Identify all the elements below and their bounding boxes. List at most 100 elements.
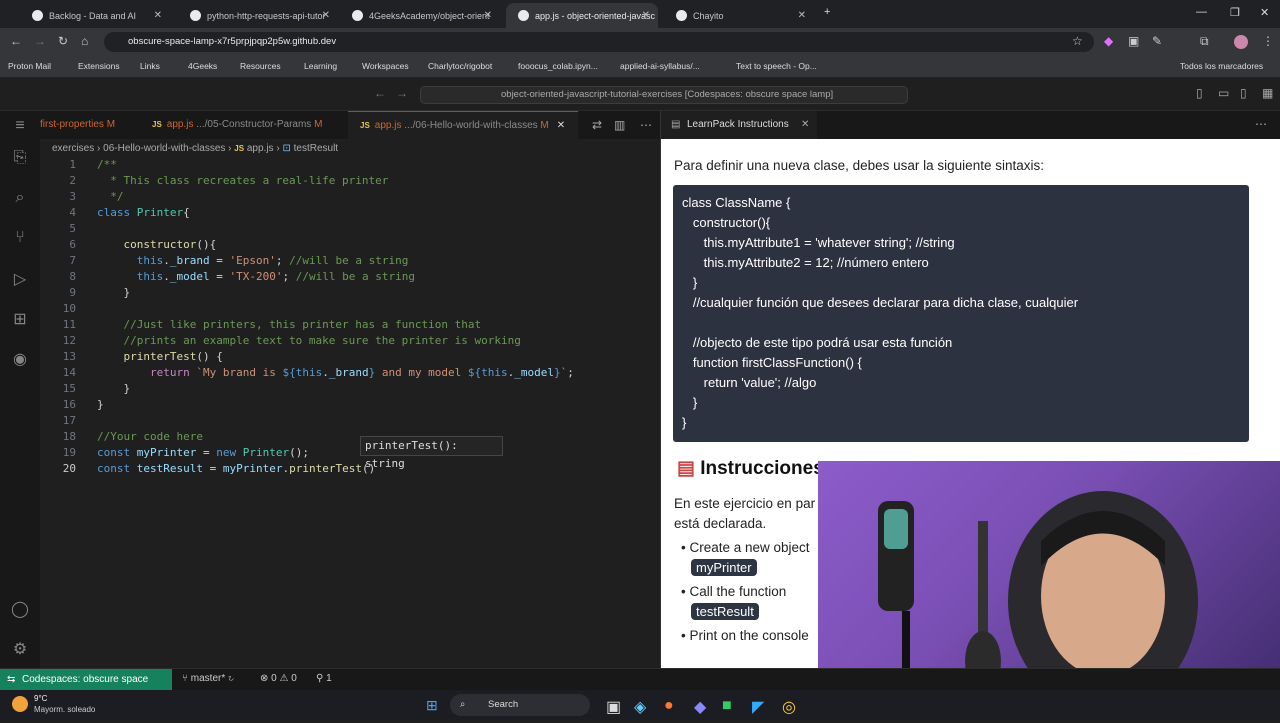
search-icon[interactable]: ⌕ (10, 189, 30, 209)
back-icon[interactable]: ← (374, 86, 386, 100)
explorer-icon[interactable]: ⎘ (10, 149, 30, 169)
account-icon[interactable]: ◯ (10, 599, 30, 619)
more-icon[interactable]: ⋯ (640, 118, 652, 132)
app-icon[interactable]: ■ (722, 697, 732, 715)
extension-icon[interactable]: ✎ (1152, 34, 1162, 48)
js-file-icon: JS (234, 144, 245, 153)
editor-tab-bar: first-properties M JS app.js .../05-Const… (40, 111, 660, 139)
bookmark[interactable]: fooocus_colab.ipyn... (518, 61, 598, 71)
source-control-icon[interactable]: ⑂ (10, 229, 30, 249)
layout-icon[interactable]: ▯ (1196, 86, 1203, 100)
extensions-icon[interactable]: ⧉ (1200, 34, 1209, 49)
more-icon[interactable]: ⋯ (1255, 117, 1267, 131)
extension-icon[interactable]: ◆ (1104, 34, 1113, 48)
breadcrumb: exercises › 06-Hello-world-with-classes … (52, 143, 339, 154)
back-icon[interactable]: ← (10, 34, 22, 48)
editor-tab[interactable]: JS app.js .../05-Constructor-Params M (140, 111, 348, 139)
js-file-icon: JS (152, 120, 162, 129)
browser-tab[interactable]: 4GeeksAcademy/object-orient ✕ (340, 3, 500, 28)
extension-icon[interactable]: ▣ (1128, 34, 1139, 48)
browser-tab-strip: Backlog - Data and AI ✕ python-http-reque… (0, 0, 1280, 28)
close-icon[interactable]: ✕ (322, 10, 330, 21)
close-icon[interactable]: ✕ (801, 111, 809, 139)
bookmark[interactable]: Proton Mail (8, 61, 51, 71)
firefox-icon[interactable]: ● (664, 697, 674, 715)
menu-icon[interactable]: ≡ (10, 117, 30, 137)
bookmark[interactable]: Resources (240, 61, 281, 71)
github-icon[interactable]: ◉ (10, 349, 30, 369)
layout-icon[interactable]: ▯ (1240, 86, 1247, 100)
home-icon[interactable]: ⌂ (81, 34, 88, 48)
editor-tab[interactable]: first-properties M (40, 111, 140, 139)
maximize-icon[interactable]: ❐ (1230, 6, 1240, 19)
close-icon[interactable]: ✕ (557, 120, 565, 131)
ports-indicator[interactable]: ⚲ 1 (316, 673, 332, 684)
weather-temp: 9°C (34, 694, 48, 703)
bookmark[interactable]: Charlytoc/rigobot (428, 61, 492, 71)
bookmark[interactable]: Learning (304, 61, 337, 71)
remote-indicator[interactable]: ⇆Codespaces: obscure space lamp (0, 669, 172, 706)
breadcrumb-item[interactable]: 06-Hello-world-with-classes (103, 143, 225, 154)
bookmark[interactable]: Todos los marcadores (1180, 61, 1263, 71)
browser-tab[interactable]: python-http-requests-api-tutor ✕ (178, 3, 338, 28)
copilot-icon[interactable]: ◈ (634, 697, 646, 717)
close-window-icon[interactable]: ✕ (1260, 6, 1269, 19)
chat-icon (676, 10, 687, 21)
browser-tab[interactable]: Chayito ✕ (664, 3, 814, 28)
close-icon[interactable]: ✕ (642, 10, 650, 21)
new-tab-icon[interactable]: + (824, 6, 830, 18)
breadcrumb-item[interactable]: exercises (52, 143, 94, 154)
editor-tab-active[interactable]: JS app.js .../06-Hello-world-with-classes… (348, 111, 578, 139)
bookmark[interactable]: Links (140, 61, 160, 71)
star-icon[interactable]: ☆ (1072, 34, 1083, 48)
vscode-icon[interactable]: ◤ (752, 697, 764, 717)
problems-indicator[interactable]: ⊗ 0 ⚠ 0 (260, 673, 297, 684)
compare-icon[interactable]: ⇄ (592, 118, 602, 132)
bookmark[interactable]: 4Geeks (188, 61, 217, 71)
list-item: • Call the function (681, 584, 787, 599)
instructions-heading: ▤ Instrucciones (677, 458, 824, 479)
bookmark[interactable]: Text to speech - Op... (736, 61, 817, 71)
bookmark[interactable]: Extensions (78, 61, 120, 71)
breadcrumb-item[interactable]: app.js (247, 143, 274, 154)
branch-indicator[interactable]: ⑂ master* ↻ (182, 673, 234, 684)
address-bar[interactable]: obscure-space-lamp-x7r5prpjpqp2p5w.githu… (104, 32, 1094, 52)
js-file-icon: JS (360, 121, 370, 130)
close-icon[interactable]: ✕ (798, 10, 806, 21)
weather-desc: Mayorm. soleado (34, 705, 96, 714)
memo-icon: ▤ (677, 458, 695, 479)
breadcrumb-item[interactable]: testResult (294, 143, 338, 154)
minimize-icon[interactable]: — (1196, 6, 1207, 18)
avatar[interactable] (1234, 35, 1248, 49)
reload-icon[interactable]: ↻ (58, 34, 68, 48)
github-icon (32, 10, 43, 21)
command-center[interactable]: object-oriented-javascript-tutorial-exer… (420, 86, 908, 104)
menu-icon[interactable]: ⋮ (1262, 34, 1274, 48)
weather-icon (12, 696, 28, 712)
windows-start-icon[interactable]: ⊞ (426, 697, 438, 714)
task-view-icon[interactable]: ▣ (606, 697, 621, 717)
code-editor[interactable]: 1/** 2 * This class recreates a real-lif… (40, 157, 660, 723)
forward-icon[interactable]: → (396, 86, 408, 100)
chrome-icon[interactable]: ◎ (782, 697, 796, 717)
bookmark[interactable]: applied-ai-syllabus/... (620, 61, 700, 71)
layout-icon[interactable]: ▭ (1218, 86, 1229, 100)
code-example: class ClassName { constructor(){ this.my… (673, 185, 1249, 442)
tab-learnpack[interactable]: ▤ LearnPack Instructions ✕ (661, 111, 817, 139)
os-taskbar: 9°C Mayorm. soleado ⊞ ⌕ Search ▣ ◈ ● ◆ ■ … (0, 690, 1280, 720)
teams-icon[interactable]: ◆ (694, 697, 706, 717)
taskbar-search[interactable]: ⌕ Search (450, 694, 590, 716)
customize-layout-icon[interactable]: ▦ (1262, 86, 1273, 100)
browser-tab[interactable]: Backlog - Data and AI ✕ (20, 3, 170, 28)
close-icon[interactable]: ✕ (154, 10, 162, 21)
forward-icon[interactable]: → (34, 34, 46, 48)
status-bar: ⇆Codespaces: obscure space lamp ⑂ master… (0, 668, 1280, 706)
browser-tab-active[interactable]: app.js - object-oriented-javasc ✕ (506, 3, 658, 28)
split-editor-icon[interactable]: ▥ (614, 118, 625, 132)
extensions-icon[interactable]: ⊞ (10, 309, 30, 329)
run-debug-icon[interactable]: ▷ (10, 269, 30, 289)
preview-icon: ▤ (671, 119, 681, 130)
gear-icon[interactable]: ⚙ (10, 639, 30, 659)
close-icon[interactable]: ✕ (484, 10, 492, 21)
bookmark[interactable]: Workspaces (362, 61, 409, 71)
